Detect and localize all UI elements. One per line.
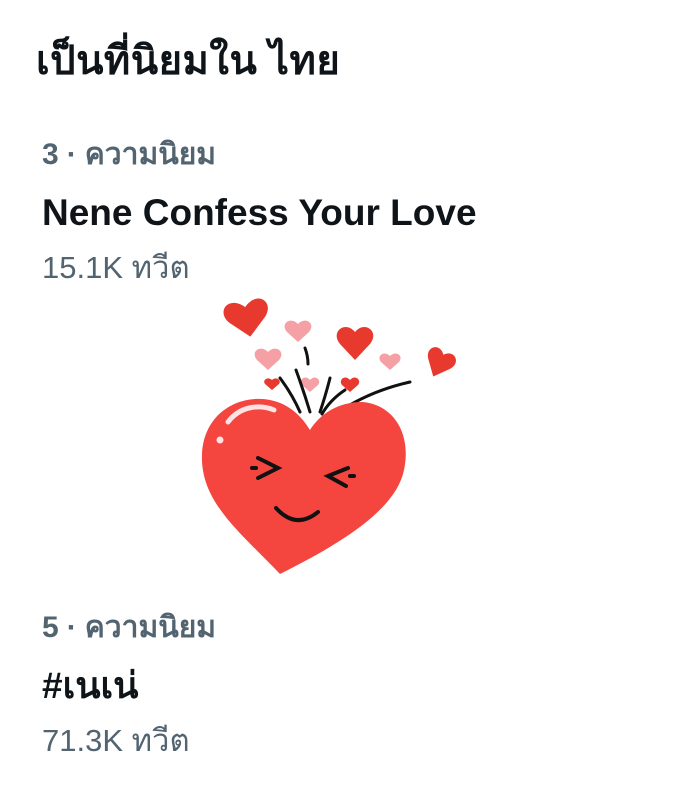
heart-face-icon (201, 298, 456, 574)
trend-rank: 5 (42, 611, 59, 644)
small-heart-icon (336, 327, 374, 360)
trend-name[interactable]: #เนเน่ (42, 664, 642, 708)
page-title: เป็นที่นิยมใน ไทย (36, 39, 341, 83)
trend-separator: · (66, 138, 77, 171)
trend-separator: · (66, 611, 77, 644)
small-heart-icon (223, 298, 268, 337)
small-heart-icon (427, 347, 456, 377)
trend-category: ความนิยม (84, 138, 217, 171)
small-heart-icon (254, 348, 282, 370)
small-heart-icon (379, 353, 401, 370)
trend-meta: 3 · ความนิยม (42, 137, 642, 173)
trend-rank: 3 (42, 138, 59, 171)
trend-item[interactable]: 5 · ความนิยม #เนเน่ 71.3K ทวีต (42, 610, 642, 760)
trend-item[interactable]: 3 · ความนิยม Nene Confess Your Love 15.1K … (42, 137, 642, 287)
small-heart-icon (284, 320, 312, 342)
trend-meta: 5 · ความนิยม (42, 610, 642, 646)
trend-count: 71.3K ทวีต (42, 723, 190, 758)
trend-name[interactable]: Nene Confess Your Love (42, 191, 642, 235)
trend-category: ความนิยม (84, 611, 217, 644)
big-heart (201, 398, 406, 574)
small-heart-icon (264, 378, 280, 390)
